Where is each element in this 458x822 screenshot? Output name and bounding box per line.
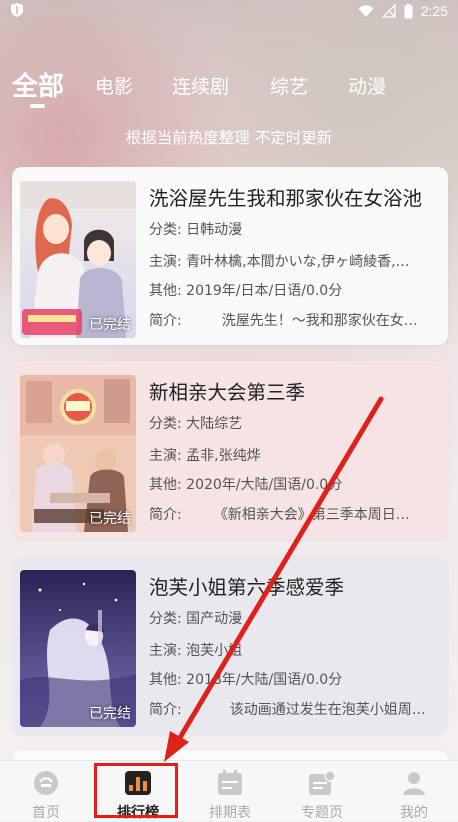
status-badge: 已完结 xyxy=(89,511,131,527)
intro-label: 简介: xyxy=(149,507,182,523)
intro-value: 《新相亲大会》第三季本周日… xyxy=(213,507,410,523)
tab-schedule[interactable]: 排期表 xyxy=(184,761,276,821)
tab-anime[interactable]: 动漫 xyxy=(348,72,386,99)
other-label: 其他: xyxy=(149,477,182,493)
intro-value: 该动画通过发生在泡芙小姐周… xyxy=(229,702,426,718)
status-time: 2:25 xyxy=(420,3,448,19)
category-label: 分类: xyxy=(149,222,182,238)
cast-label: 主演: xyxy=(149,643,182,659)
tab-series[interactable]: 连续剧 xyxy=(172,72,229,99)
other-value: 2020年/大陆/国语/0.0分 xyxy=(186,477,343,493)
item-title[interactable]: 洗浴屋先生我和那家伙在女浴池 xyxy=(149,182,443,211)
bottom-tab-bar: 首页 排行榜 排期表 专题页 我的 xyxy=(0,760,458,821)
other-value: 2018年/大陆/国语/0.0分 xyxy=(186,672,343,688)
signal-off-icon xyxy=(381,4,396,18)
poster-image: 已完结 xyxy=(20,375,136,532)
wifi-icon xyxy=(358,4,374,17)
highlight-box xyxy=(94,763,178,818)
list-item[interactable]: 已完结 泡芙小姐第六季感爱季 分类: 国产动漫 主演: 泡芙小姐 其他: 201… xyxy=(12,556,448,734)
category-value: 国产动漫 xyxy=(186,611,243,627)
tab-movie[interactable]: 电影 xyxy=(95,72,133,99)
tab-topics[interactable]: 专题页 xyxy=(276,761,368,821)
status-bar: 2:25 xyxy=(0,0,458,24)
active-tab-indicator xyxy=(30,104,45,108)
category-tabs: 全部 电影 连续剧 综艺 动漫 xyxy=(0,62,458,108)
tab-home[interactable]: 首页 xyxy=(0,761,92,821)
poster-image: 已完结 xyxy=(20,181,136,338)
other-label: 其他: xyxy=(149,283,182,299)
intro-value: 洗屋先生！～我和那家伙在女… xyxy=(221,313,418,329)
list-item[interactable]: 已完结 新相亲大会第三季 分类: 大陆综艺 主演: 孟非,张纯烨 其他: 202… xyxy=(12,361,448,539)
status-badge: 已完结 xyxy=(89,706,131,722)
battery-icon xyxy=(404,3,413,18)
cast-label: 主演: xyxy=(149,448,182,464)
intro-label: 简介: xyxy=(149,702,182,718)
profile-icon xyxy=(403,772,425,795)
tab-all[interactable]: 全部 xyxy=(12,66,64,103)
category-label: 分类: xyxy=(149,611,182,627)
category-label: 分类: xyxy=(149,416,182,432)
tab-variety[interactable]: 综艺 xyxy=(270,72,308,99)
other-label: 其他: xyxy=(149,672,182,688)
security-shield-icon xyxy=(11,3,23,17)
list-item[interactable]: 已完结 洗浴屋先生我和那家伙在女浴池 分类: 日韩动漫 主演: 青叶林檎,本間か… xyxy=(12,167,448,345)
ranking-subtitle: 根据当前热度整理 不定时更新 xyxy=(125,129,333,147)
calendar-icon xyxy=(218,770,242,795)
other-value: 2019年/日本/日语/0.0分 xyxy=(186,283,343,299)
category-value: 日韩动漫 xyxy=(186,222,243,238)
item-title[interactable]: 新相亲大会第三季 xyxy=(149,376,443,405)
intro-label: 简介: xyxy=(149,313,182,329)
category-value: 大陆综艺 xyxy=(186,416,243,432)
cast-value: 泡芙小姐 xyxy=(186,643,243,659)
status-badge: 已完结 xyxy=(89,317,131,333)
topic-icon xyxy=(309,770,336,795)
cast-value: 孟非,张纯烨 xyxy=(186,448,261,464)
home-icon xyxy=(34,771,58,795)
item-title[interactable]: 泡芙小姐第六季感爱季 xyxy=(149,571,443,600)
cast-value: 青叶林檎,本間かいな,伊ヶ崎綾香,… xyxy=(186,254,410,270)
poster-image: 已完结 xyxy=(20,570,136,727)
tab-profile[interactable]: 我的 xyxy=(368,761,458,821)
cast-label: 主演: xyxy=(149,254,182,270)
